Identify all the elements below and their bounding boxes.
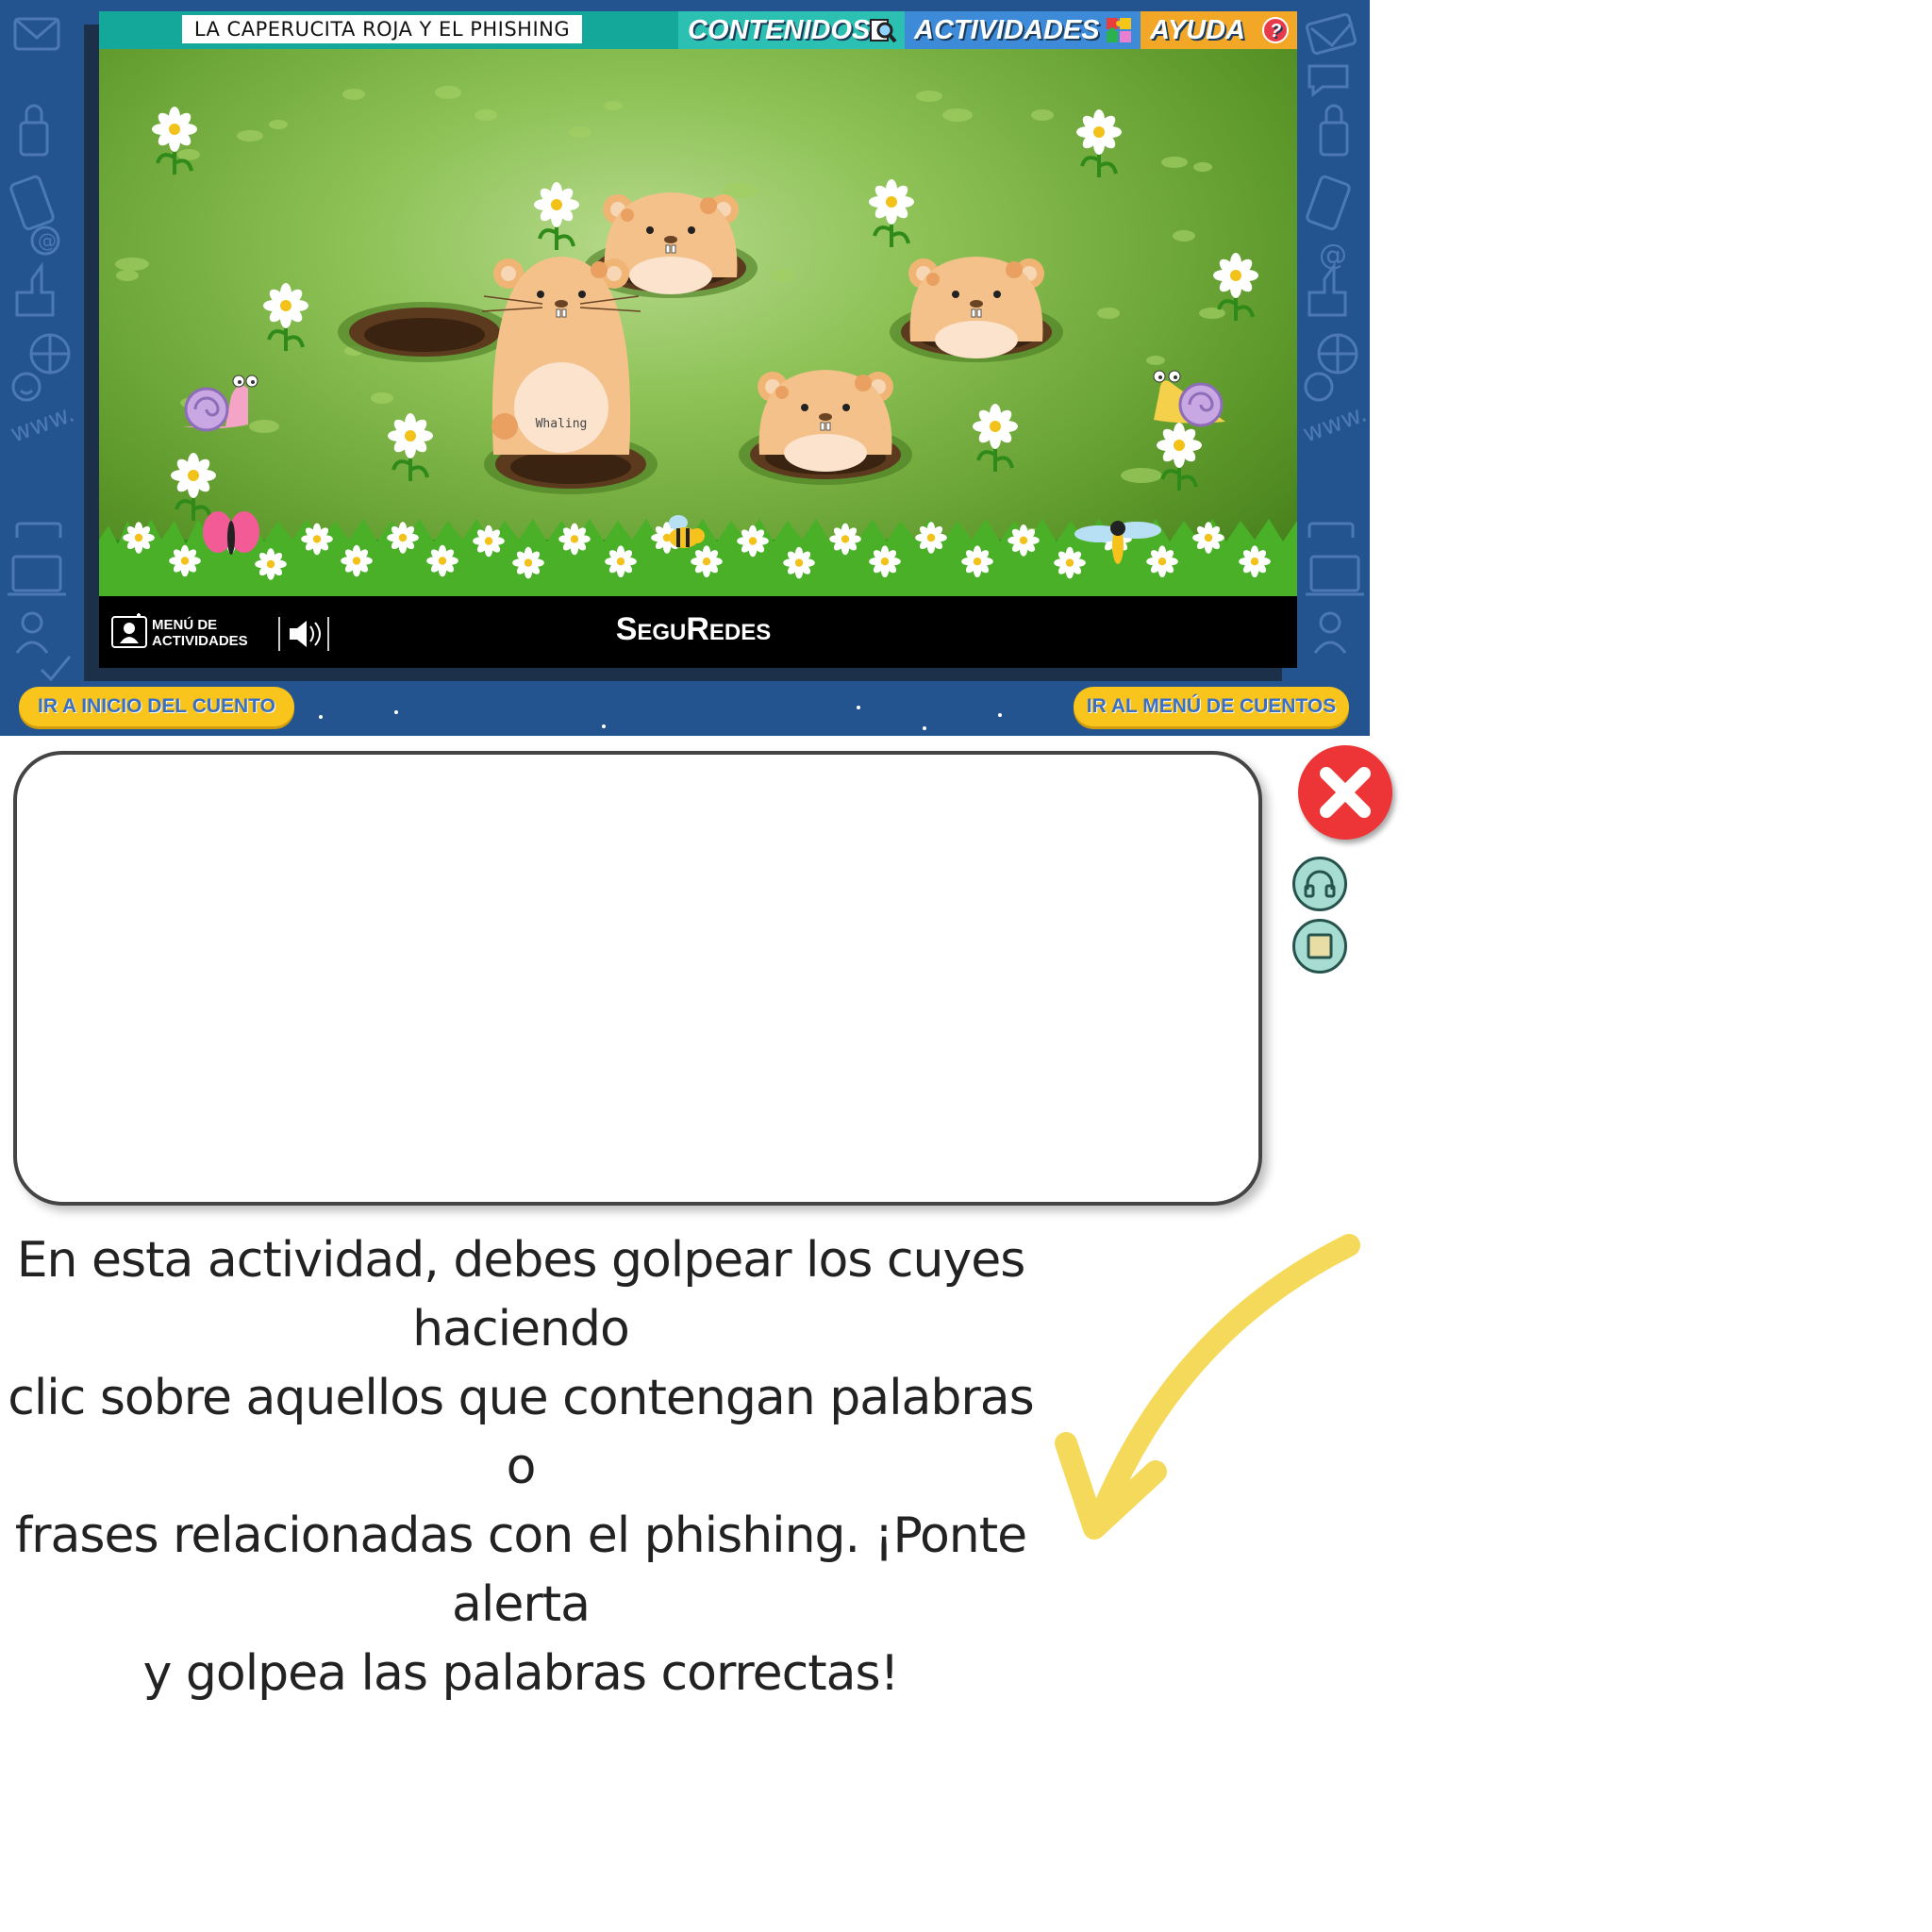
game-window: LA CAPERUCITA ROJA Y EL PHISHING CONTENI… (99, 11, 1297, 668)
doodle-right-icon: @ www. (1300, 12, 1366, 538)
close-button[interactable] (1298, 745, 1392, 840)
play-audio-button[interactable] (1292, 857, 1347, 911)
close-icon (1320, 767, 1371, 818)
instructions-text: En esta actividad, debes golpear los cuy… (0, 1226, 1041, 1708)
instructions-line-4: y golpea las palabras correctas! (142, 1645, 900, 1702)
game-field: Whaling (99, 49, 1297, 608)
curved-arrow-icon (1055, 1234, 1360, 1540)
activities-menu-label-line2: ACTIVIDADES (152, 633, 248, 649)
svg-text:www.: www. (1300, 400, 1366, 449)
svg-text:www.: www. (8, 400, 74, 449)
story-title: LA CAPERUCITA ROJA Y EL PHISHING (182, 15, 582, 43)
instructions-line-2: clic sobre aquellos que contengan palabr… (8, 1370, 1035, 1495)
stop-audio-button[interactable] (1292, 919, 1347, 974)
activities-menu-label-line1: MENÚ DE (152, 617, 218, 633)
activities-menu-button[interactable]: MENÚ DE ACTIVIDADES (110, 613, 271, 655)
sound-button[interactable] (278, 617, 329, 651)
question-icon: ? (1262, 17, 1289, 43)
brand-logo: SeguRedes (615, 611, 772, 647)
stop-icon (1307, 933, 1333, 959)
activities-menu-icon (111, 613, 147, 648)
tab-contenidos[interactable]: CONTENIDOS (678, 11, 905, 49)
go-to-stories-menu-button[interactable]: IR AL MENÚ DE CUENTOS (1074, 687, 1349, 726)
tab-ayuda[interactable]: AYUDA ? (1141, 11, 1297, 49)
tab-contenidos-label: CONTENIDOS (688, 15, 871, 45)
puzzle-icon (1107, 18, 1131, 42)
bottom-bar: MENÚ DE ACTIVIDADES SeguRedes (99, 596, 1297, 668)
butterfly (203, 511, 259, 555)
activities-menu-label: MENÚ DE ACTIVIDADES (152, 617, 275, 649)
tab-actividades[interactable]: ACTIVIDADES (905, 11, 1141, 49)
instructions-line-3: frases relacionadas con el phishing. ¡Po… (14, 1507, 1027, 1633)
magnifier-icon (870, 19, 897, 43)
speaker-icon (290, 621, 321, 647)
tab-ayuda-label: AYUDA (1150, 15, 1245, 45)
meadow-strip (99, 511, 1297, 608)
doodle-left-icon: @ www. (8, 17, 74, 538)
instruction-panel (13, 751, 1262, 1206)
go-to-story-start-button[interactable]: IR A INICIO DEL CUENTO (19, 687, 294, 726)
tab-actividades-label: ACTIVIDADES (914, 15, 1100, 45)
instructions-line-1: En esta actividad, debes golpear los cuy… (16, 1232, 1026, 1357)
svg-text:@: @ (38, 229, 57, 252)
headphones-icon (1304, 870, 1336, 898)
top-bar: LA CAPERUCITA ROJA Y EL PHISHING CONTENI… (99, 11, 1297, 49)
activity-frame: @ www. @ www. LA CAPERUCITA ROJA Y EL PH… (0, 0, 1370, 736)
svg-text:?: ? (1270, 21, 1281, 42)
